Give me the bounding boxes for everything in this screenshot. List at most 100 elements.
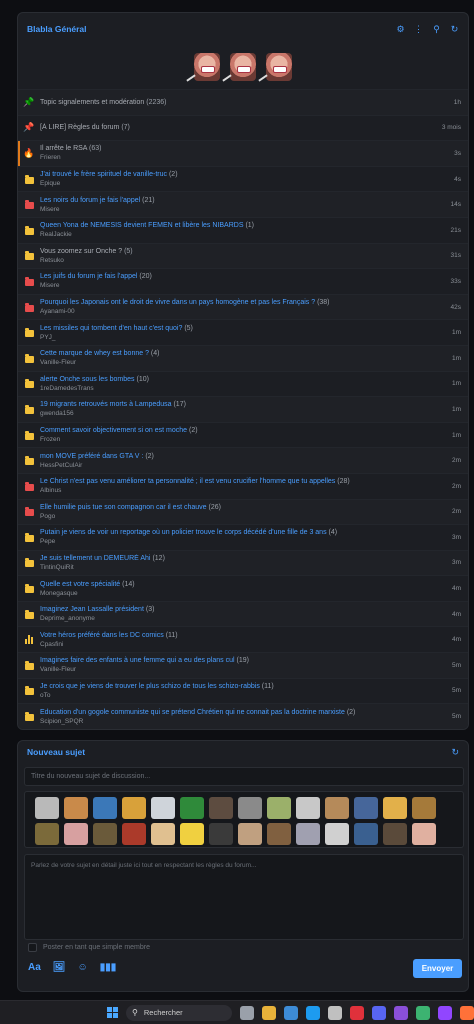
topic-author[interactable]: Pogo — [40, 512, 446, 521]
sticker-picker[interactable] — [24, 791, 464, 848]
topic-title[interactable]: Je suis tellement un DEMEURÉ Ahi — [40, 555, 151, 562]
topic-title[interactable]: Elle humilie puis tue son compagnon car … — [40, 504, 207, 511]
topic-body-textarea[interactable]: Parlez de votre sujet en détail juste ic… — [24, 854, 464, 940]
sticker-option[interactable] — [325, 797, 349, 819]
sticker-option[interactable] — [122, 823, 146, 845]
topic-row[interactable]: Votre héros préféré dans les DC comics (… — [18, 626, 468, 652]
sticker-option[interactable] — [412, 797, 436, 819]
sticker-option[interactable] — [151, 797, 175, 819]
taskbar-app-icon[interactable] — [240, 1005, 254, 1020]
topic-row[interactable]: Pourquoi les Japonais ont le droit de vi… — [18, 293, 468, 320]
topic-title[interactable]: Je crois que je viens de trouver le plus… — [40, 683, 260, 690]
more-vertical-icon[interactable]: ⋮ — [414, 24, 423, 35]
sticker-option[interactable] — [383, 797, 407, 819]
topic-title[interactable]: Les noirs du forum je fais l'appel — [40, 197, 140, 204]
topic-author[interactable]: Vanille-Fleur — [40, 665, 446, 674]
sticker-option[interactable] — [267, 797, 291, 819]
windows-start-icon[interactable] — [107, 1007, 118, 1018]
topic-author[interactable]: 1reDamedesTrans — [40, 384, 446, 393]
topic-row[interactable]: Je suis tellement un DEMEURÉ Ahi (12) Tin… — [18, 549, 468, 576]
topic-title[interactable]: [À LIRE] Règles du forum — [40, 124, 119, 131]
sticker-option[interactable] — [325, 823, 349, 845]
sticker-option[interactable] — [296, 797, 320, 819]
forum-title[interactable]: Blabla Général — [27, 24, 396, 34]
taskbar-app-icon[interactable] — [460, 1005, 474, 1020]
text-format-icon[interactable]: Aa — [28, 962, 41, 973]
topic-author[interactable]: Ayanami-00 — [40, 307, 445, 316]
topic-row[interactable]: Les missiles qui tombent d'en haut c'est… — [18, 319, 468, 345]
sticker-option[interactable] — [209, 797, 233, 819]
topic-row[interactable]: Elle humilie puis tue son compagnon car … — [18, 498, 468, 525]
taskbar-app-icon[interactable] — [262, 1005, 276, 1020]
topic-title[interactable]: Imagines faire des enfants à une femme q… — [40, 657, 235, 664]
topic-title[interactable]: Les juifs du forum je fais l'appel — [40, 273, 137, 280]
sticker-option[interactable] — [93, 797, 117, 819]
topic-author[interactable]: HessPetCulAir — [40, 461, 446, 470]
sticker-option[interactable] — [354, 823, 378, 845]
taskbar-app-icon[interactable] — [350, 1005, 364, 1020]
topic-title[interactable]: Il arrête le RSA — [40, 145, 87, 152]
topic-author[interactable]: Monegasque — [40, 589, 446, 598]
topic-author[interactable]: Epique — [40, 179, 448, 188]
topic-title-input[interactable]: Titre du nouveau sujet de discussion... — [24, 767, 464, 786]
topic-author[interactable]: Albinus — [40, 486, 446, 495]
topic-row[interactable]: Education d'un gogole communiste qui se … — [18, 703, 468, 729]
sticker-option[interactable] — [383, 823, 407, 845]
topic-row[interactable]: Imaginez Jean Lassalle président (3) Depr… — [18, 600, 468, 627]
topic-title[interactable]: J'ai trouvé le frère spirituel de vanill… — [40, 171, 167, 178]
sticker-option[interactable] — [64, 823, 88, 845]
topic-row[interactable]: Les noirs du forum je fais l'appel (21) M… — [18, 191, 468, 217]
topic-author[interactable]: RealJackie — [40, 230, 445, 239]
topic-title[interactable]: Les missiles qui tombent d'en haut c'est… — [40, 325, 182, 332]
sticker-option[interactable] — [209, 823, 233, 845]
topic-row[interactable]: Quelle est votre spécialité (14) Monegasq… — [18, 575, 468, 601]
topic-author[interactable]: TintinQuiRit — [40, 563, 446, 572]
sticker-option[interactable] — [412, 823, 436, 845]
topic-author[interactable]: Misere — [40, 281, 445, 290]
topic-title[interactable]: Comment savoir objectivement si on est m… — [40, 427, 187, 434]
gear-icon[interactable]: ⚙ — [396, 24, 405, 35]
taskbar-app-icon[interactable] — [416, 1005, 430, 1020]
topic-author[interactable]: gwenda156 — [40, 409, 446, 418]
search-icon[interactable]: ⚲ — [432, 24, 441, 35]
sticker-option[interactable] — [354, 797, 378, 819]
simple-member-option[interactable]: Poster en tant que simple membre — [28, 943, 150, 952]
topic-row[interactable]: 📌 [À LIRE] Règles du forum (7) 3 mois — [18, 114, 468, 141]
topic-title[interactable]: Imaginez Jean Lassalle président — [40, 606, 144, 613]
topic-row[interactable]: alerte Onche sous les bombes (10) 1reDame… — [18, 370, 468, 397]
sticker-option[interactable] — [238, 823, 262, 845]
taskbar-app-icon[interactable] — [306, 1005, 320, 1020]
topic-author[interactable]: Scipion_SPQR — [40, 717, 446, 726]
topic-author[interactable]: Pepe — [40, 537, 446, 546]
submit-button[interactable]: Envoyer — [413, 959, 462, 978]
topic-author[interactable]: Frieren — [40, 153, 448, 162]
taskbar-app-icon[interactable] — [284, 1005, 298, 1020]
topic-author[interactable]: Deprime_anonyme — [40, 614, 446, 623]
topic-title[interactable]: Topic signalements et modération — [40, 99, 144, 106]
topic-author[interactable]: Vanille-Fleur — [40, 358, 446, 367]
sticker-option[interactable] — [64, 797, 88, 819]
topic-title[interactable]: Le Christ n'est pas venu améliorer ta pe… — [40, 478, 335, 485]
taskbar-app-icon[interactable] — [328, 1005, 342, 1020]
sticker-option[interactable] — [267, 823, 291, 845]
topic-title[interactable]: Queen Yona de NEMESIS devient FEMEN et l… — [40, 222, 244, 229]
topic-title[interactable]: 19 migrants retrouvés morts à Lampedusa — [40, 401, 172, 408]
simple-member-checkbox[interactable] — [28, 943, 37, 952]
topic-author[interactable]: oTo — [40, 691, 446, 700]
sticker-option[interactable] — [238, 797, 262, 819]
topic-row[interactable]: Queen Yona de NEMESIS devient FEMEN et l… — [18, 216, 468, 243]
topic-title[interactable]: alerte Onche sous les bombes — [40, 376, 135, 383]
sticker-option[interactable] — [180, 823, 204, 845]
sticker-option[interactable] — [151, 823, 175, 845]
sticker-option[interactable] — [93, 823, 117, 845]
refresh-icon[interactable]: ↻ — [450, 24, 459, 35]
topic-title[interactable]: Vous zoomez sur Onche ? — [40, 248, 122, 255]
topic-author[interactable]: Cpasfini — [40, 640, 446, 649]
sticker-option[interactable] — [35, 797, 59, 819]
topic-title[interactable]: Votre héros préféré dans les DC comics — [40, 632, 164, 639]
emoji-icon[interactable]: ☺ — [78, 962, 88, 973]
topic-author[interactable]: PYJ_ — [40, 333, 446, 342]
taskbar-app-icon[interactable] — [438, 1005, 452, 1020]
topic-author[interactable]: Frozen — [40, 435, 446, 444]
topic-title[interactable]: Quelle est votre spécialité — [40, 581, 120, 588]
